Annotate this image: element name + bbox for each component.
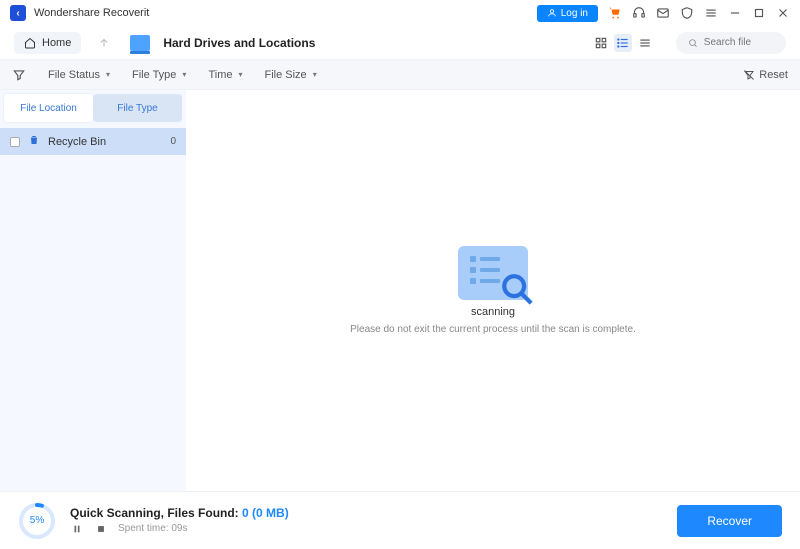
sidebar-item-count: 0 [170,136,176,147]
recover-button[interactable]: Recover [677,505,782,537]
shield-icon[interactable] [680,6,694,20]
close-icon[interactable] [776,6,790,20]
filter-type[interactable]: File Type [132,69,186,81]
spent-time: Spent time: 09s [118,523,187,534]
tab-file-location[interactable]: File Location [4,94,93,122]
login-button[interactable]: Log in [537,5,598,22]
cart-icon[interactable] [608,6,622,20]
menu-icon[interactable] [704,6,718,20]
pause-button[interactable] [70,522,84,536]
view-grid-button[interactable] [592,34,610,52]
checkbox[interactable] [10,137,20,147]
filter-reset[interactable]: Reset [743,69,788,81]
filter-size[interactable]: File Size [265,69,317,81]
search-input[interactable] [704,37,774,48]
sidebar: File Location File Type Recycle Bin 0 [0,90,186,491]
headset-icon[interactable] [632,6,646,20]
scanning-message: Please do not exit the current process u… [350,324,636,335]
progress-percent: 5% [18,502,56,540]
app-logo: ‹ [10,5,26,21]
filter-status[interactable]: File Status [48,69,110,81]
minimize-icon[interactable] [728,6,742,20]
search-box[interactable] [676,32,786,54]
home-button[interactable]: Home [14,32,81,54]
search-icon [688,37,698,49]
content: scanning Please do not exit the current … [186,90,800,491]
magnifier-icon [500,272,534,306]
home-label: Home [42,37,71,49]
sidebar-item-label: Recycle Bin [48,136,106,148]
app-title: Wondershare Recoverit [34,7,149,19]
maximize-icon[interactable] [752,6,766,20]
funnel-icon[interactable] [12,68,26,82]
trash-icon [28,134,40,149]
navbar: Home Hard Drives and Locations [0,26,800,60]
reset-icon [743,69,755,81]
view-list-button[interactable] [614,34,632,52]
arrow-up-icon[interactable] [91,30,117,56]
view-compact-button[interactable] [636,34,654,52]
mail-icon[interactable] [656,6,670,20]
progress-ring: 5% [18,502,56,540]
main: File Location File Type Recycle Bin 0 sc… [0,90,800,491]
scanning-illustration [458,246,528,300]
tab-file-type[interactable]: File Type [93,94,182,122]
footer: 5% Quick Scanning, Files Found: 0 (0 MB)… [0,491,800,549]
location-title: Hard Drives and Locations [163,36,315,50]
drive-icon [127,30,153,56]
sidebar-item-recycle-bin[interactable]: Recycle Bin 0 [0,128,186,155]
scanning-label: scanning [471,306,515,318]
filterbar: File Status File Type Time File Size Res… [0,60,800,90]
scan-status-line: Quick Scanning, Files Found: 0 (0 MB) [70,506,663,520]
login-label: Log in [561,8,588,19]
filter-time[interactable]: Time [208,69,242,81]
stop-button[interactable] [94,522,108,536]
titlebar: ‹ Wondershare Recoverit Log in [0,0,800,26]
